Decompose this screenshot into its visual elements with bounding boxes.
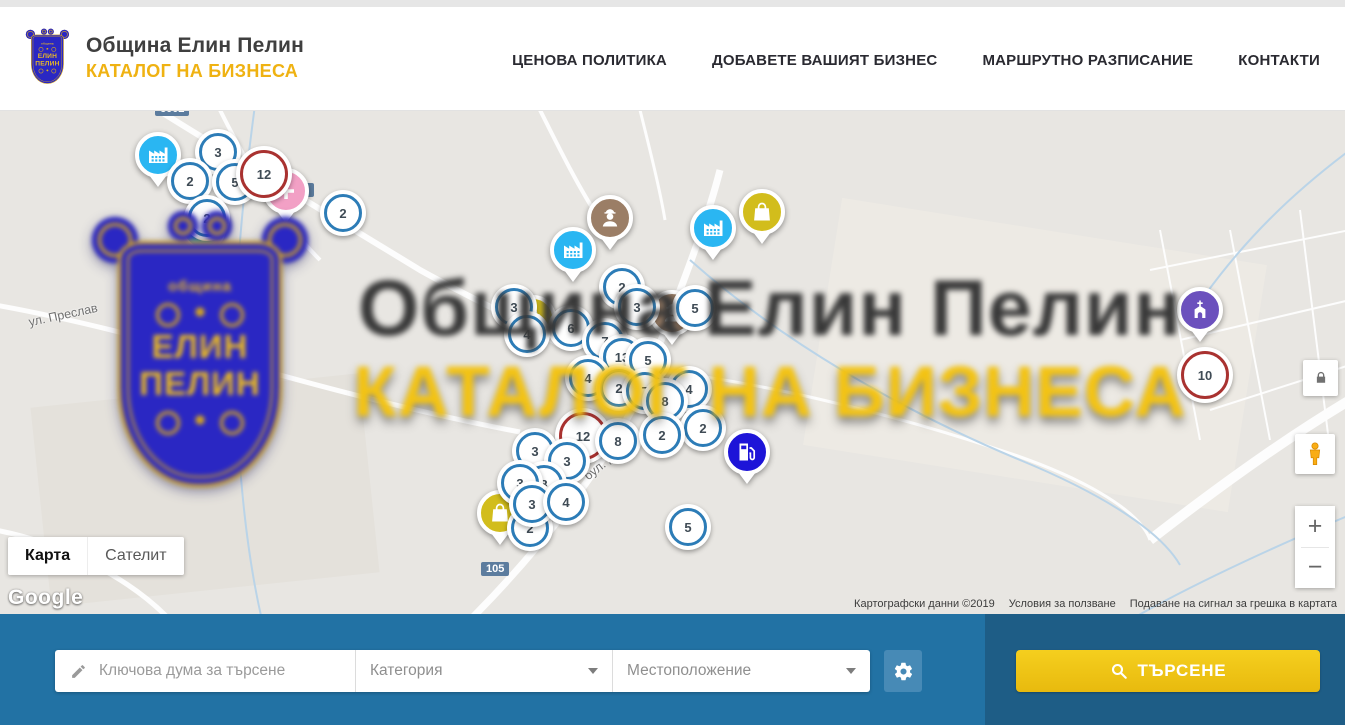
cluster-count: 8: [614, 434, 621, 449]
crest-ornament-icon: [37, 47, 58, 51]
crest-top-word: община: [32, 42, 64, 45]
chevron-down-icon: [588, 668, 598, 674]
crest-scroll-icon: [202, 211, 232, 241]
cluster-count: 3: [531, 444, 538, 459]
crest-name-line2: ПЕЛИН: [121, 366, 279, 403]
map-canvas[interactable]: 6002105ул. Преславбул. „Новоселци“ци“ 32…: [0, 110, 1345, 614]
crest-ornament-icon: [148, 409, 252, 431]
zoom-control: + −: [1295, 506, 1335, 588]
cluster-count: 4: [562, 495, 569, 510]
municipality-crest-logo: община ЕЛИН ПЕЛИН: [25, 29, 71, 87]
crest-scroll-icon: [168, 211, 198, 241]
attribution-text: Картографски данни ©2019: [854, 598, 995, 610]
zoom-in-button[interactable]: +: [1295, 506, 1335, 547]
nav-pricing[interactable]: ЦЕНОВА ПОЛИТИКА: [512, 52, 667, 69]
cluster-count: 12: [257, 167, 271, 182]
lock-icon: [1313, 370, 1329, 386]
zoom-out-button[interactable]: −: [1295, 548, 1335, 589]
attribution-link[interactable]: Условия за ползване: [1009, 598, 1116, 610]
site-logo[interactable]: община ЕЛИН ПЕЛИН Община Елин Пелин КАТА…: [25, 29, 304, 87]
search-icon: [1110, 662, 1128, 680]
map-type-map-button[interactable]: Карта: [8, 537, 87, 575]
map-type-satellite-button[interactable]: Сателит: [87, 537, 183, 575]
site-header: община ЕЛИН ПЕЛИН Община Елин Пелин КАТА…: [0, 0, 1345, 111]
location-select-value: Местоположение: [627, 662, 751, 680]
category-select[interactable]: Категория: [355, 650, 612, 692]
crest-ornament-icon: [37, 68, 58, 72]
google-logo[interactable]: Google: [8, 586, 83, 610]
crest-top-word: община: [121, 278, 279, 295]
map-type-control: Карта Сателит: [8, 537, 184, 575]
keyword-cell: [55, 650, 355, 692]
watermark-crest: община ЕЛИН ПЕЛИН: [88, 213, 312, 495]
cluster-count: 5: [684, 520, 691, 535]
cluster-count: 3: [528, 497, 535, 512]
cluster-marker[interactable]: 2: [320, 190, 366, 236]
pencil-icon: [70, 663, 87, 680]
map-attribution: Картографски данни ©2019 Условия за ползв…: [854, 598, 1337, 610]
search-submit-button[interactable]: ТЪРСЕНЕ: [1016, 650, 1320, 692]
search-bar: Категория Местоположение ТЪРСЕНЕ: [0, 614, 1345, 725]
attribution-link[interactable]: Подаване на сигнал за грешка в картата: [1130, 598, 1337, 610]
cluster-count: 2: [339, 206, 346, 221]
lock-button[interactable]: [1303, 360, 1338, 396]
nav-contacts[interactable]: КОНТАКТИ: [1238, 52, 1320, 69]
advanced-settings-button[interactable]: [884, 650, 922, 692]
page-top-strip: [0, 0, 1345, 7]
crest-name-line2: ПЕЛИН: [32, 60, 64, 67]
watermark-subtitle: КАТАЛОГ НА БИЗНЕСА: [353, 352, 1186, 433]
cluster-marker[interactable]: 12: [236, 146, 292, 202]
site-subtitle: КАТАЛОГ НА БИЗНЕСА: [86, 61, 304, 82]
main-nav: ЦЕНОВА ПОЛИТИКА ДОБАВЕТЕ ВАШИЯТ БИЗНЕС МАР…: [512, 52, 1320, 69]
keyword-search-input[interactable]: [97, 661, 355, 681]
location-select[interactable]: Местоположение: [612, 650, 870, 692]
cluster-marker[interactable]: 4: [543, 479, 589, 525]
crest-name-line1: ЕЛИН: [121, 329, 279, 366]
cluster-count: 2: [186, 174, 193, 189]
nav-add-business[interactable]: ДОБАВЕТЕ ВАШИЯТ БИЗНЕС: [712, 52, 937, 69]
crest-ornament-icon: [148, 301, 252, 323]
search-form: Категория Местоположение: [55, 650, 870, 692]
pegman-icon: [1302, 441, 1328, 467]
chevron-down-icon: [846, 668, 856, 674]
gear-icon: [893, 661, 914, 682]
cluster-count: 3: [563, 454, 570, 469]
cluster-count: 10: [1198, 368, 1212, 383]
cluster-count: 3: [214, 145, 221, 160]
search-submit-label: ТЪРСЕНЕ: [1138, 661, 1227, 681]
site-title: Община Елин Пелин: [86, 34, 304, 58]
street-view-pegman[interactable]: [1295, 434, 1335, 474]
watermark-title: Община Елин Пелин: [358, 262, 1182, 354]
nav-transport-schedule[interactable]: МАРШРУТНО РАЗПИСАНИЕ: [982, 52, 1193, 69]
category-select-value: Категория: [370, 662, 442, 680]
cluster-marker[interactable]: 5: [665, 504, 711, 550]
